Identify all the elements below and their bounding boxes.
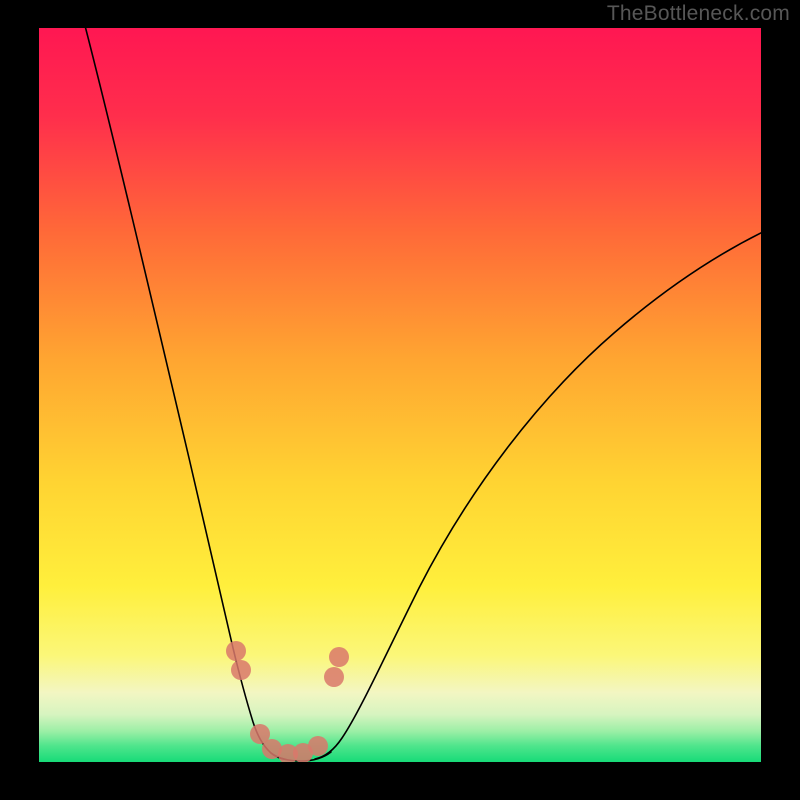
marker-dot — [226, 641, 246, 661]
chart-svg — [39, 28, 761, 762]
gradient-background — [39, 28, 761, 762]
marker-dot — [308, 736, 328, 756]
marker-dot — [324, 667, 344, 687]
watermark-label: TheBottleneck.com — [607, 2, 790, 26]
chart-stage: TheBottleneck.com — [0, 0, 800, 800]
marker-dot — [231, 660, 251, 680]
marker-dot — [329, 647, 349, 667]
plot-area — [39, 28, 761, 762]
